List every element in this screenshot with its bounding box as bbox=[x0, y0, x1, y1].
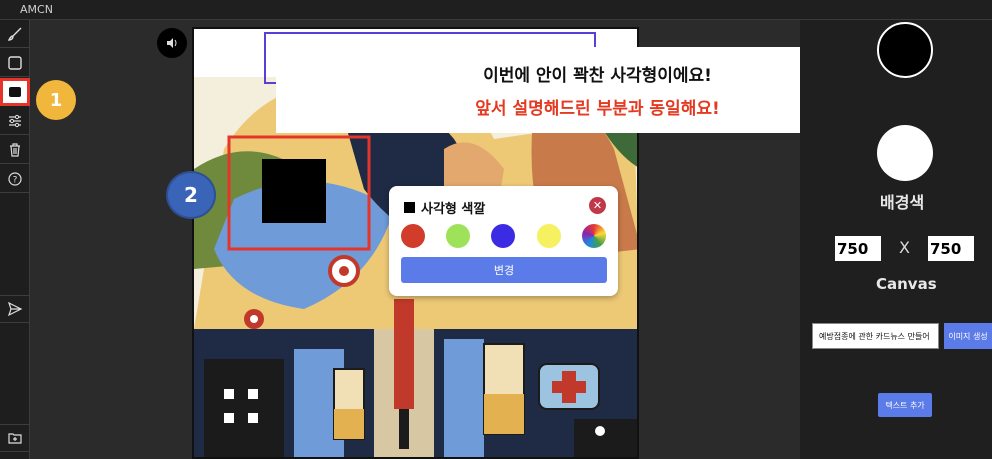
brush-icon bbox=[7, 27, 22, 41]
swatch-green[interactable] bbox=[446, 224, 470, 248]
callout-line-1: 이번에 안이 꽉찬 사각형이에요! bbox=[483, 66, 712, 86]
speaker-icon bbox=[167, 38, 177, 48]
app-title-bar: AMCN bbox=[0, 0, 992, 20]
step-one-badge: 1 bbox=[36, 80, 76, 120]
help-tool-button[interactable]: ? bbox=[0, 165, 30, 193]
swatch-blue[interactable] bbox=[491, 224, 515, 248]
send-tool-button[interactable] bbox=[0, 295, 30, 323]
swatch-yellow[interactable] bbox=[537, 224, 561, 248]
apply-color-button[interactable]: 변경 bbox=[401, 257, 607, 283]
step-two-badge: 2 bbox=[166, 171, 216, 219]
brush-tool-button[interactable] bbox=[0, 20, 30, 48]
add-folder-tool-button[interactable] bbox=[0, 424, 30, 452]
rectangle-tool-button[interactable] bbox=[0, 49, 30, 77]
size-separator: X bbox=[899, 238, 910, 257]
rectangle-color-popup: 사각형 색깔 ✕ 변경 bbox=[389, 186, 618, 296]
stroke-color-circle[interactable] bbox=[877, 22, 933, 78]
help-icon: ? bbox=[8, 171, 22, 186]
canvas-height-input[interactable]: 750 bbox=[928, 236, 974, 261]
svg-text:?: ? bbox=[13, 175, 18, 185]
background-color-circle[interactable] bbox=[877, 125, 933, 181]
swatch-red[interactable] bbox=[401, 224, 425, 248]
step-one-number: 1 bbox=[49, 89, 63, 111]
close-icon: ✕ bbox=[592, 199, 603, 212]
adjust-tool-button[interactable] bbox=[0, 107, 30, 135]
filled-rectangle-tool-button[interactable] bbox=[0, 78, 30, 106]
swatch-custom-color[interactable] bbox=[582, 224, 606, 248]
filled-rectangle-icon bbox=[9, 86, 21, 97]
speaker-button[interactable] bbox=[157, 28, 187, 58]
canvas-width-input[interactable]: 750 bbox=[835, 236, 881, 261]
popup-title: 사각형 색깔 bbox=[421, 202, 486, 217]
callout-line-2: 앞서 설명해드린 부분과 동일해요! bbox=[475, 99, 720, 119]
trash-icon bbox=[10, 142, 20, 157]
generate-image-button[interactable]: 이미지 생성 bbox=[944, 323, 992, 349]
color-preview-square bbox=[404, 202, 415, 213]
canvas-label: Canvas bbox=[876, 275, 937, 293]
sliders-icon bbox=[9, 114, 21, 127]
delete-tool-button[interactable] bbox=[0, 136, 30, 164]
folder-add-icon bbox=[8, 433, 22, 444]
app-title: AMCN bbox=[20, 3, 53, 16]
add-text-button[interactable]: 텍스트 추가 bbox=[878, 393, 932, 417]
background-color-label: 배경색 bbox=[880, 193, 925, 212]
left-toolbar: ? bbox=[0, 20, 30, 459]
send-icon bbox=[7, 301, 23, 317]
step-two-number: 2 bbox=[184, 183, 198, 207]
prompt-input[interactable]: 예방접종에 관한 카드뉴스 만들어 bbox=[812, 323, 939, 349]
popup-header: 사각형 색깔 bbox=[404, 198, 485, 217]
rectangle-icon bbox=[8, 55, 22, 70]
close-button[interactable]: ✕ bbox=[589, 197, 606, 214]
